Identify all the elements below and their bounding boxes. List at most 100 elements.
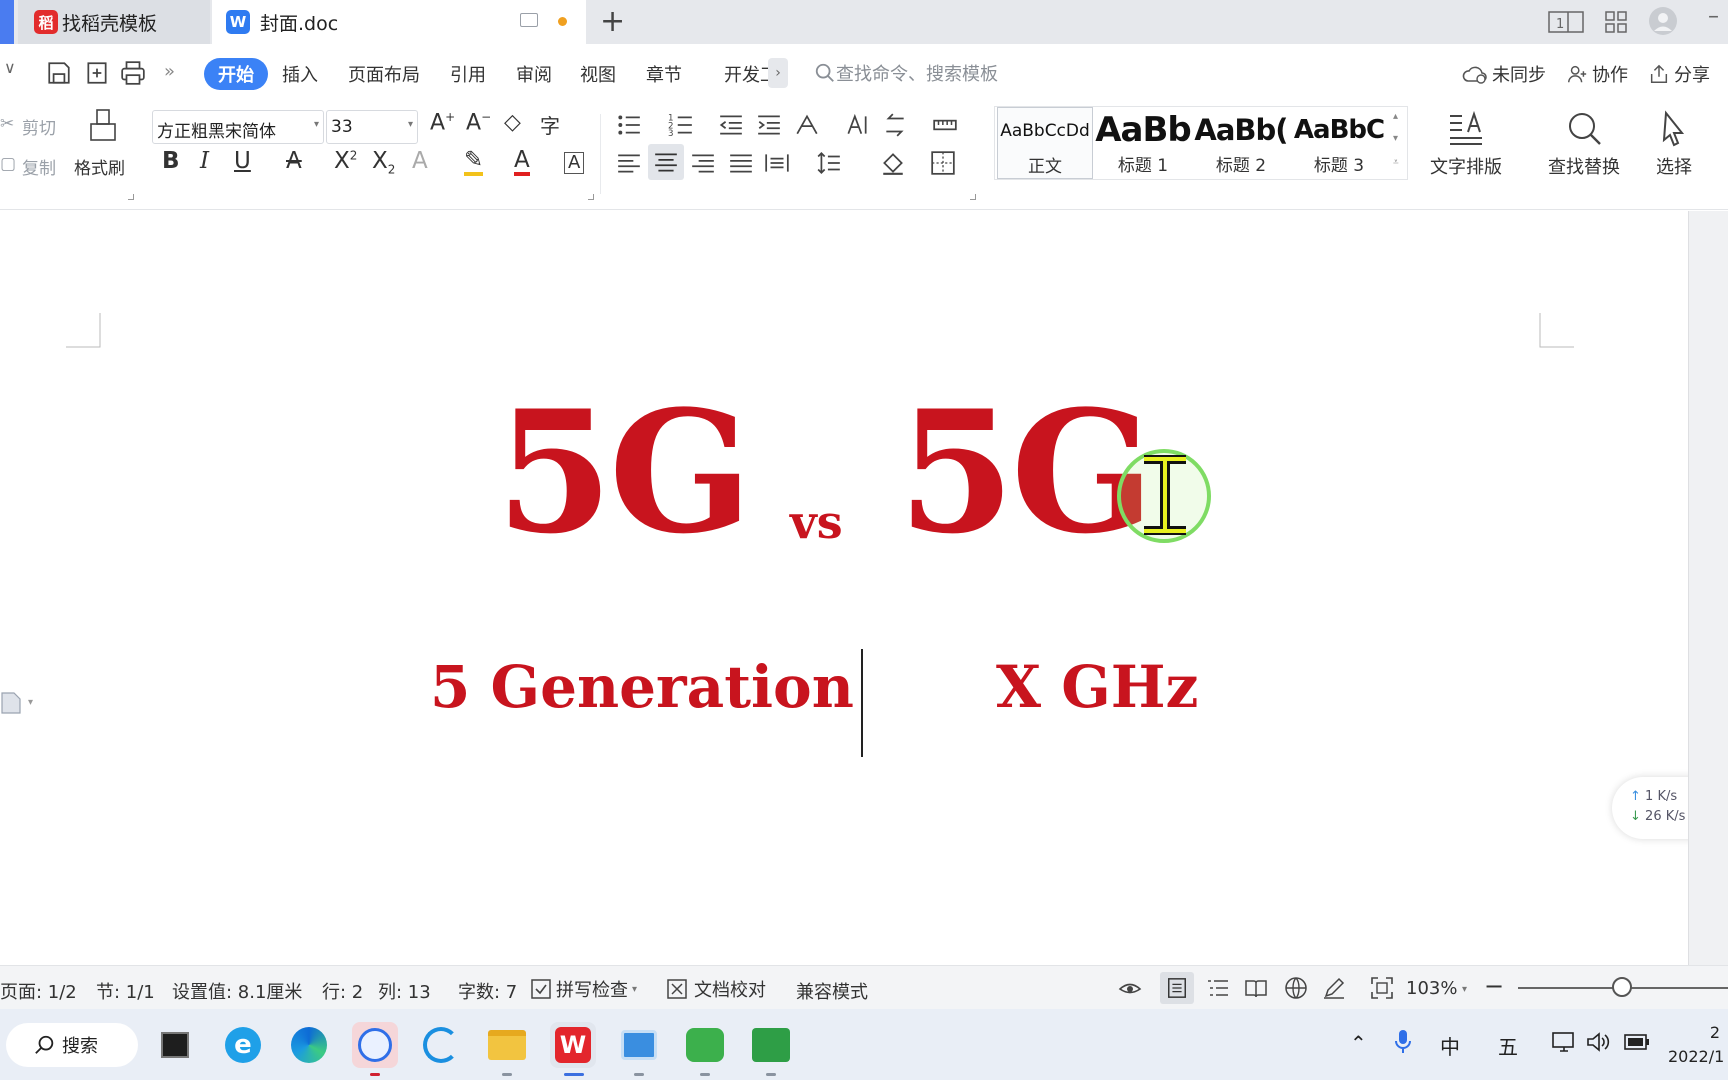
- format-painter-button[interactable]: 格式刷: [72, 108, 132, 179]
- battery-icon[interactable]: [1624, 1033, 1650, 1051]
- dialog-launcher-icon[interactable]: [970, 194, 976, 200]
- file-explorer-app-icon[interactable]: [484, 1022, 530, 1068]
- write-mode-icon[interactable]: [1322, 976, 1346, 1000]
- fit-page-icon[interactable]: [1370, 976, 1394, 1000]
- document-nav-icon[interactable]: [0, 691, 22, 715]
- text-effect-icon[interactable]: A: [412, 148, 428, 174]
- avatar[interactable]: [1648, 6, 1678, 36]
- green-app-icon[interactable]: [682, 1022, 728, 1068]
- tab-developer[interactable]: 开发工: [724, 61, 768, 87]
- align-center-button[interactable]: [648, 144, 684, 180]
- task-view-app-icon[interactable]: [152, 1022, 198, 1068]
- shrink-font-icon[interactable]: A−: [466, 110, 491, 135]
- strikethrough-icon[interactable]: A: [286, 148, 302, 174]
- font-color-icon[interactable]: A: [514, 148, 530, 176]
- distributed-align-icon[interactable]: [764, 150, 790, 176]
- align-right-icon[interactable]: [690, 150, 716, 176]
- borders-icon[interactable]: [930, 150, 956, 176]
- eye-protection-icon[interactable]: [1118, 976, 1142, 1000]
- document-nav-caret-icon[interactable]: ▾: [28, 697, 33, 708]
- style-scroll-up-icon[interactable]: ▴: [1393, 111, 1398, 122]
- increase-indent-icon[interactable]: [756, 112, 782, 138]
- zoom-out-button[interactable]: −: [1484, 972, 1504, 1000]
- page-view-icon[interactable]: 1: [1548, 10, 1584, 34]
- share-button[interactable]: 分享: [1648, 61, 1710, 87]
- camera-app-icon[interactable]: [616, 1022, 662, 1068]
- zoom-level[interactable]: 103%: [1406, 978, 1457, 999]
- green-app-2-icon[interactable]: [748, 1022, 794, 1068]
- style-heading-1[interactable]: AaBb 标题 1: [1095, 107, 1191, 179]
- tab-home[interactable]: 开始: [204, 58, 268, 90]
- network-app-icon[interactable]: [352, 1022, 398, 1068]
- select-button[interactable]: 选择: [1654, 110, 1694, 179]
- highlight-icon[interactable]: ✎: [464, 148, 484, 176]
- shading-icon[interactable]: [880, 150, 906, 176]
- superscript-icon[interactable]: X2: [334, 148, 357, 174]
- bold-icon[interactable]: B: [162, 148, 180, 174]
- print-icon[interactable]: [120, 60, 146, 86]
- command-search-input[interactable]: 查找命令、搜索模板: [814, 58, 998, 88]
- ime-wubi-indicator[interactable]: 五: [1498, 1031, 1518, 1060]
- spell-check-button[interactable]: 拼写检查 ▾: [530, 976, 637, 1002]
- collapse-chevron-icon[interactable]: ∨: [4, 58, 16, 77]
- italic-icon[interactable]: I: [200, 148, 209, 174]
- more-quick-access-icon[interactable]: »: [164, 61, 175, 82]
- phonetic-guide-icon[interactable]: 字: [540, 110, 560, 139]
- tray-overflow-chevron-icon[interactable]: ⌃: [1350, 1031, 1367, 1055]
- outline-view-icon[interactable]: [1206, 976, 1230, 1000]
- sort-icon[interactable]: [844, 112, 870, 138]
- cloud-app-icon[interactable]: [418, 1022, 464, 1068]
- tab-document[interactable]: W 封面.doc: [212, 0, 586, 44]
- tab-review[interactable]: 审阅: [516, 61, 552, 87]
- sync-button[interactable]: 未同步: [1462, 61, 1546, 87]
- minimize-button[interactable]: –: [1708, 4, 1719, 29]
- microphone-icon[interactable]: [1394, 1029, 1412, 1055]
- collaborate-button[interactable]: 协作: [1566, 61, 1628, 87]
- tab-chapter[interactable]: 章节: [646, 61, 682, 87]
- style-heading-3[interactable]: AaBbC 标题 3: [1291, 107, 1387, 179]
- font-size-select[interactable]: 33 ▾: [326, 110, 418, 144]
- ime-mode-indicator[interactable]: 中: [1440, 1031, 1460, 1060]
- align-left-icon[interactable]: [616, 150, 642, 176]
- find-replace-button[interactable]: 查找替换: [1548, 110, 1620, 179]
- new-tab-button[interactable]: +: [600, 4, 625, 39]
- document-canvas[interactable]: 5G vs 5G 5 Generation X GHz ▾ ↑ 1 K/s ↓ …: [0, 211, 1728, 965]
- chinese-layout-icon[interactable]: [794, 112, 820, 138]
- status-page[interactable]: 页面: 1/2: [0, 978, 77, 1004]
- more-tabs-chevron-icon[interactable]: ›: [768, 58, 788, 88]
- numbered-list-icon[interactable]: 123: [668, 112, 694, 138]
- style-normal[interactable]: AaBbCcDd 正文: [997, 107, 1093, 179]
- tab-view[interactable]: 视图: [580, 61, 616, 87]
- wps-office-app-icon[interactable]: W: [550, 1022, 596, 1068]
- character-border-icon[interactable]: A: [564, 152, 585, 174]
- reading-view-icon[interactable]: [1244, 976, 1268, 1000]
- zoom-slider-handle[interactable]: [1612, 977, 1632, 997]
- document-proofread-button[interactable]: 文档校对: [666, 976, 766, 1002]
- dialog-launcher-icon[interactable]: [588, 194, 594, 200]
- table-ruler-icon[interactable]: [932, 112, 958, 138]
- decrease-indent-icon[interactable]: [718, 112, 744, 138]
- text-layout-button[interactable]: 文字排版: [1430, 110, 1502, 179]
- clear-format-icon[interactable]: ◇: [504, 110, 521, 135]
- save-icon[interactable]: [46, 60, 72, 86]
- vertical-scrollbar[interactable]: [1688, 211, 1728, 965]
- taskbar-search-button[interactable]: 搜索: [6, 1023, 138, 1067]
- edge-browser-app-icon[interactable]: [286, 1022, 332, 1068]
- justify-icon[interactable]: [728, 150, 754, 176]
- style-heading-2[interactable]: AaBb( 标题 2: [1193, 107, 1289, 179]
- grid-apps-icon[interactable]: [1604, 10, 1628, 34]
- monitor-icon[interactable]: [520, 13, 538, 27]
- taskbar-clock[interactable]: 2 2022/1: [1668, 1021, 1724, 1069]
- status-words[interactable]: 字数: 7: [458, 978, 517, 1004]
- font-name-select[interactable]: 方正粗黑宋简体 ▾: [152, 110, 324, 144]
- zoom-dropdown-caret-icon[interactable]: ▾: [1462, 984, 1467, 995]
- volume-icon[interactable]: [1586, 1031, 1610, 1053]
- grow-font-icon[interactable]: A+: [430, 110, 455, 135]
- tab-references[interactable]: 引用: [450, 61, 486, 87]
- bullet-list-icon[interactable]: [616, 112, 642, 138]
- underline-icon[interactable]: U: [234, 148, 251, 174]
- tab-page-layout[interactable]: 页面布局: [348, 61, 420, 87]
- ie-browser-app-icon[interactable]: e: [220, 1022, 266, 1068]
- export-pdf-icon[interactable]: [84, 60, 110, 86]
- line-spacing-icon[interactable]: [816, 150, 842, 176]
